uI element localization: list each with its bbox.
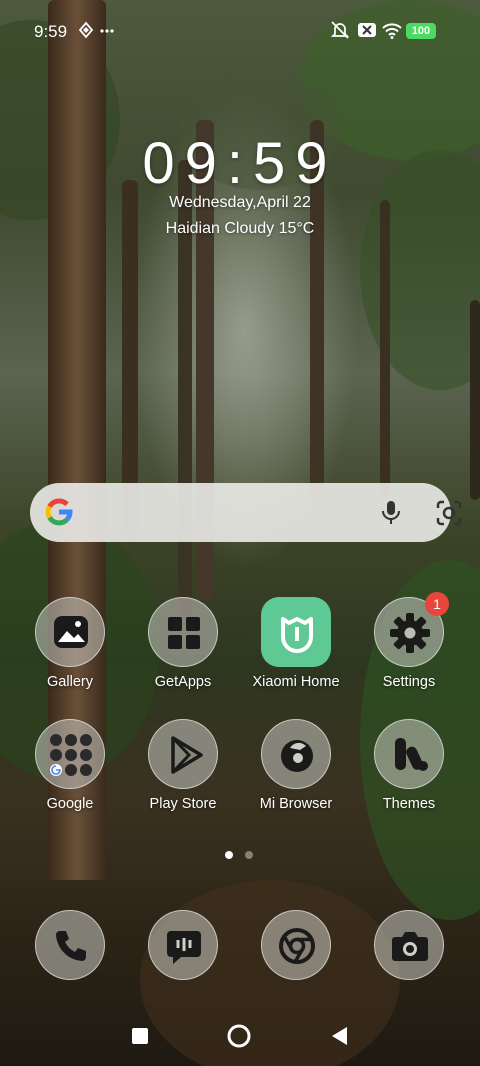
mute-icon (330, 21, 350, 39)
dock-messages[interactable] (128, 910, 238, 980)
app-play-store[interactable]: Play Store (128, 719, 238, 812)
getapps-icon (148, 597, 218, 667)
google-folder-icon (35, 719, 105, 789)
app-label: GetApps (154, 674, 212, 690)
app-label: Themes (382, 796, 436, 812)
app-label: Gallery (47, 674, 93, 690)
clock-date: Wednesday,April 22 (169, 194, 311, 211)
xiaomi-home-icon (261, 597, 331, 667)
clock-time: 09:59 (142, 131, 338, 196)
microphone-icon[interactable] (379, 499, 403, 527)
close-box-icon (358, 23, 376, 37)
page-dot (245, 851, 253, 859)
battery-indicator: 100 (406, 23, 436, 39)
app-label: Mi Browser (259, 796, 333, 812)
app-xiaomi-home[interactable]: Xiaomi Home (241, 597, 351, 690)
more-dots-icon (100, 29, 114, 33)
chrome-icon (261, 910, 331, 980)
google-lens-icon[interactable] (435, 499, 463, 527)
wifi-icon (382, 23, 402, 39)
home-screen: 9:59 100 09:59 Wednesday,April 22 Haidia… (0, 0, 480, 1066)
app-settings[interactable]: 1 Settings (354, 592, 464, 690)
app-label: Settings (382, 674, 436, 690)
mi-browser-icon (261, 719, 331, 789)
themes-icon (374, 719, 444, 789)
recents-square-icon[interactable] (131, 1027, 149, 1045)
app-label: Google (46, 796, 94, 812)
gallery-icon (35, 597, 105, 667)
phone-icon (35, 910, 105, 980)
dock-chrome[interactable] (241, 910, 351, 980)
status-time: 9:59 (34, 22, 68, 41)
navigation-bar (0, 1004, 480, 1066)
notification-badge: 1 (425, 592, 449, 616)
camera-icon (374, 910, 444, 980)
weather-text: Haidian Cloudy 15°C (165, 220, 315, 237)
messages-icon (148, 910, 218, 980)
nfc-icon (78, 21, 94, 39)
back-triangle-icon[interactable] (331, 1026, 349, 1046)
google-search-bar[interactable] (30, 483, 462, 542)
status-bar: 9:59 100 (0, 0, 480, 62)
dock-phone[interactable] (15, 910, 125, 980)
app-mi-browser[interactable]: Mi Browser (241, 719, 351, 812)
folder-google[interactable]: Google (15, 719, 125, 812)
app-label: Play Store (149, 796, 217, 812)
dock-camera[interactable] (354, 910, 464, 980)
play-store-icon (148, 719, 218, 789)
google-logo-icon (45, 498, 73, 526)
app-getapps[interactable]: GetApps (128, 597, 238, 690)
page-dot-active (225, 851, 233, 859)
home-circle-icon[interactable] (227, 1024, 251, 1048)
app-label: Xiaomi Home (252, 674, 340, 690)
gear-icon: 1 (374, 592, 449, 667)
app-gallery[interactable]: Gallery (15, 597, 125, 690)
app-themes[interactable]: Themes (354, 719, 464, 812)
